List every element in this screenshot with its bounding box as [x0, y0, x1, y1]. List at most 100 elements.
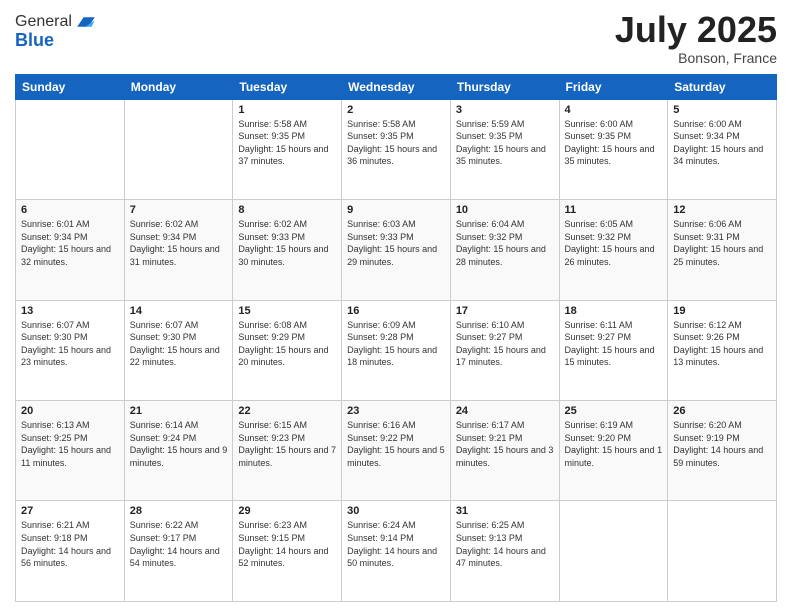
- calendar-cell: 6Sunrise: 6:01 AM Sunset: 9:34 PM Daylig…: [16, 200, 125, 300]
- day-number: 16: [347, 305, 445, 317]
- day-info: Sunrise: 6:08 AM Sunset: 9:29 PM Dayligh…: [238, 319, 336, 369]
- calendar-cell: 23Sunrise: 6:16 AM Sunset: 9:22 PM Dayli…: [342, 401, 451, 501]
- month-year: July 2025: [615, 10, 777, 50]
- day-info: Sunrise: 6:09 AM Sunset: 9:28 PM Dayligh…: [347, 319, 445, 369]
- day-number: 29: [238, 505, 336, 517]
- day-info: Sunrise: 6:04 AM Sunset: 9:32 PM Dayligh…: [456, 218, 554, 268]
- day-number: 9: [347, 204, 445, 216]
- calendar-cell: 9 Sunrise: 6:03 AM Sunset: 9:33 PM Daylig…: [342, 200, 451, 300]
- calendar-cell: 15 Sunrise: 6:08 AM Sunset: 9:29 PM Dayli…: [233, 300, 342, 400]
- calendar-cell: 27Sunrise: 6:21 AM Sunset: 9:18 PM Dayli…: [16, 501, 125, 602]
- calendar-cell: 3 Sunrise: 5:59 AM Sunset: 9:35 PM Daylig…: [450, 99, 559, 199]
- day-info: Sunrise: 6:24 AM Sunset: 9:14 PM Dayligh…: [347, 519, 445, 569]
- day-number: 20: [21, 405, 119, 417]
- calendar-cell: 8 Sunrise: 6:02 AM Sunset: 9:33 PM Daylig…: [233, 200, 342, 300]
- day-number: 13: [21, 305, 119, 317]
- calendar-cell: 16 Sunrise: 6:09 AM Sunset: 9:28 PM Dayli…: [342, 300, 451, 400]
- day-number: 6: [21, 204, 119, 216]
- day-info: Sunrise: 6:11 AM Sunset: 9:27 PM Dayligh…: [565, 319, 663, 369]
- day-number: 17: [456, 305, 554, 317]
- day-info: Sunrise: 6:00 AM Sunset: 9:35 PM Dayligh…: [565, 118, 663, 168]
- calendar-cell: 12 Sunrise: 6:06 AM Sunset: 9:31 PM Dayli…: [668, 200, 777, 300]
- calendar-cell: 31 Sunrise: 6:25 AM Sunset: 9:13 PM Dayli…: [450, 501, 559, 602]
- day-info: Sunrise: 5:59 AM Sunset: 9:35 PM Dayligh…: [456, 118, 554, 168]
- day-number: 31: [456, 505, 554, 517]
- day-number: 21: [130, 405, 228, 417]
- calendar-week-3: 20 Sunrise: 6:13 AM Sunset: 9:25 PM Dayli…: [16, 401, 777, 501]
- calendar-week-1: 6Sunrise: 6:01 AM Sunset: 9:34 PM Daylig…: [16, 200, 777, 300]
- day-info: Sunrise: 5:58 AM Sunset: 9:35 PM Dayligh…: [347, 118, 445, 168]
- calendar-cell: 7Sunrise: 6:02 AM Sunset: 9:34 PM Daylig…: [124, 200, 233, 300]
- calendar-cell: 19 Sunrise: 6:12 AM Sunset: 9:26 PM Dayli…: [668, 300, 777, 400]
- day-number: 8: [238, 204, 336, 216]
- day-info: Sunrise: 6:16 AM Sunset: 9:22 PM Dayligh…: [347, 419, 445, 469]
- col-thursday: Thursday: [450, 74, 559, 99]
- day-info: Sunrise: 6:20 AM Sunset: 9:19 PM Dayligh…: [673, 419, 771, 469]
- logo-icon: [74, 10, 98, 34]
- day-number: 28: [130, 505, 228, 517]
- calendar-cell: [668, 501, 777, 602]
- col-monday: Monday: [124, 74, 233, 99]
- day-info: Sunrise: 6:17 AM Sunset: 9:21 PM Dayligh…: [456, 419, 554, 469]
- title-block: July 2025 Bonson, France: [615, 10, 777, 66]
- day-info: Sunrise: 6:13 AM Sunset: 9:25 PM Dayligh…: [21, 419, 119, 469]
- day-info: Sunrise: 6:02 AM Sunset: 9:33 PM Dayligh…: [238, 218, 336, 268]
- calendar-cell: 29 Sunrise: 6:23 AM Sunset: 9:15 PM Dayli…: [233, 501, 342, 602]
- calendar-cell: [559, 501, 668, 602]
- calendar-cell: 4Sunrise: 6:00 AM Sunset: 9:35 PM Daylig…: [559, 99, 668, 199]
- day-info: Sunrise: 6:19 AM Sunset: 9:20 PM Dayligh…: [565, 419, 663, 469]
- logo-blue-text: Blue: [15, 30, 54, 51]
- calendar-cell: 5Sunrise: 6:00 AM Sunset: 9:34 PM Daylig…: [668, 99, 777, 199]
- logo-general-text: General: [15, 13, 72, 31]
- calendar-cell: 13 Sunrise: 6:07 AM Sunset: 9:30 PM Dayli…: [16, 300, 125, 400]
- calendar-cell: 17 Sunrise: 6:10 AM Sunset: 9:27 PM Dayli…: [450, 300, 559, 400]
- day-number: 1: [238, 104, 336, 116]
- day-number: 3: [456, 104, 554, 116]
- day-info: Sunrise: 6:12 AM Sunset: 9:26 PM Dayligh…: [673, 319, 771, 369]
- day-number: 30: [347, 505, 445, 517]
- day-info: Sunrise: 6:00 AM Sunset: 9:34 PM Dayligh…: [673, 118, 771, 168]
- day-number: 26: [673, 405, 771, 417]
- day-info: Sunrise: 6:25 AM Sunset: 9:13 PM Dayligh…: [456, 519, 554, 569]
- day-number: 11: [565, 204, 663, 216]
- col-friday: Friday: [559, 74, 668, 99]
- calendar-week-0: 1 Sunrise: 5:58 AM Sunset: 9:35 PM Daylig…: [16, 99, 777, 199]
- calendar-cell: 21 Sunrise: 6:14 AM Sunset: 9:24 PM Dayli…: [124, 401, 233, 501]
- col-sunday: Sunday: [16, 74, 125, 99]
- day-number: 12: [673, 204, 771, 216]
- calendar-cell: 20 Sunrise: 6:13 AM Sunset: 9:25 PM Dayli…: [16, 401, 125, 501]
- calendar-cell: 14 Sunrise: 6:07 AM Sunset: 9:30 PM Dayli…: [124, 300, 233, 400]
- day-info: Sunrise: 6:06 AM Sunset: 9:31 PM Dayligh…: [673, 218, 771, 268]
- calendar-cell: 24 Sunrise: 6:17 AM Sunset: 9:21 PM Dayli…: [450, 401, 559, 501]
- day-number: 19: [673, 305, 771, 317]
- day-info: Sunrise: 6:07 AM Sunset: 9:30 PM Dayligh…: [21, 319, 119, 369]
- day-info: Sunrise: 6:10 AM Sunset: 9:27 PM Dayligh…: [456, 319, 554, 369]
- day-number: 2: [347, 104, 445, 116]
- calendar-cell: 2 Sunrise: 5:58 AM Sunset: 9:35 PM Daylig…: [342, 99, 451, 199]
- day-info: Sunrise: 6:23 AM Sunset: 9:15 PM Dayligh…: [238, 519, 336, 569]
- day-info: Sunrise: 6:22 AM Sunset: 9:17 PM Dayligh…: [130, 519, 228, 569]
- day-info: Sunrise: 6:21 AM Sunset: 9:18 PM Dayligh…: [21, 519, 119, 569]
- day-info: Sunrise: 6:05 AM Sunset: 9:32 PM Dayligh…: [565, 218, 663, 268]
- day-number: 7: [130, 204, 228, 216]
- day-number: 15: [238, 305, 336, 317]
- calendar-cell: 22 Sunrise: 6:15 AM Sunset: 9:23 PM Dayli…: [233, 401, 342, 501]
- calendar-week-2: 13 Sunrise: 6:07 AM Sunset: 9:30 PM Dayli…: [16, 300, 777, 400]
- day-info: Sunrise: 6:15 AM Sunset: 9:23 PM Dayligh…: [238, 419, 336, 469]
- day-info: Sunrise: 6:03 AM Sunset: 9:33 PM Dayligh…: [347, 218, 445, 268]
- day-number: 14: [130, 305, 228, 317]
- calendar-cell: [16, 99, 125, 199]
- day-number: 24: [456, 405, 554, 417]
- day-info: Sunrise: 6:07 AM Sunset: 9:30 PM Dayligh…: [130, 319, 228, 369]
- col-tuesday: Tuesday: [233, 74, 342, 99]
- day-number: 18: [565, 305, 663, 317]
- calendar-cell: 1 Sunrise: 5:58 AM Sunset: 9:35 PM Daylig…: [233, 99, 342, 199]
- day-info: Sunrise: 5:58 AM Sunset: 9:35 PM Dayligh…: [238, 118, 336, 168]
- day-info: Sunrise: 6:14 AM Sunset: 9:24 PM Dayligh…: [130, 419, 228, 469]
- header: General Blue July 2025 Bonson, France: [15, 10, 777, 66]
- day-number: 10: [456, 204, 554, 216]
- page: General Blue July 2025 Bonson, France Su…: [0, 0, 792, 612]
- day-number: 22: [238, 405, 336, 417]
- calendar-cell: 11 Sunrise: 6:05 AM Sunset: 9:32 PM Dayli…: [559, 200, 668, 300]
- calendar-cell: 18 Sunrise: 6:11 AM Sunset: 9:27 PM Dayli…: [559, 300, 668, 400]
